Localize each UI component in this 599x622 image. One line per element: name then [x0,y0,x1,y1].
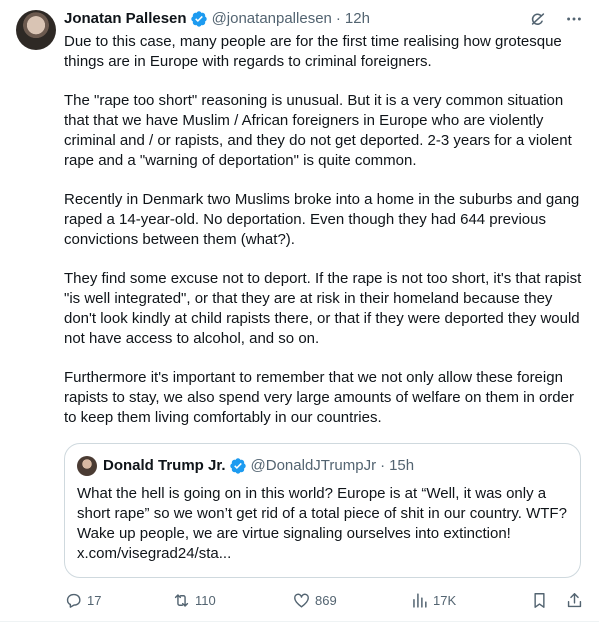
quoted-tweet-text: What the hell is going on in this world?… [77,485,567,562]
repost-count: 110 [195,592,216,608]
tweet-text: Due to this case, many people are for th… [64,32,584,447]
share-icon[interactable] [565,591,584,610]
repost-button[interactable]: 110 [172,591,292,610]
views-button[interactable]: 17K [410,591,456,610]
bookmark-icon[interactable] [530,591,549,610]
grok-icon[interactable] [529,10,547,28]
like-count: 869 [315,592,337,608]
like-button[interactable]: 869 [292,591,410,610]
quoted-tweet-timestamp: 15h [389,457,415,474]
tweet-paragraph: Furthermore it's important to remember t… [64,369,574,426]
tweet-paragraph: They find some excuse not to deport. If … [64,270,582,347]
header-actions [529,10,583,28]
author-name[interactable]: Jonatan Pallesen [64,9,187,29]
tweet-header: Jonatan Pallesen @jonatanpallesen · 12h [64,8,583,30]
author-avatar[interactable] [16,10,56,50]
verified-badge-icon[interactable] [190,10,208,28]
views-count: 17K [433,592,457,608]
separator-dot: · [380,457,386,474]
views-icon [410,591,429,610]
quoted-tweet-header: Donald Trump Jr. @DonaldJTrumpJr · 15h [77,456,414,476]
quoted-tweet[interactable]: Donald Trump Jr. @DonaldJTrumpJr · 15h W… [64,443,581,578]
like-icon [292,591,311,610]
author-handle[interactable]: @jonatanpallesen [212,9,332,29]
more-icon[interactable] [565,10,583,28]
reply-count: 17 [87,592,102,608]
reply-icon [64,591,83,610]
tweet-paragraph: Due to this case, many people are for th… [64,33,562,70]
quoted-author-name: Donald Trump Jr. [103,457,226,474]
quoted-author-avatar [77,456,97,476]
tweet: Jonatan Pallesen @jonatanpallesen · 12h … [0,0,599,622]
repost-icon [172,591,191,610]
separator-dot: · [335,10,341,27]
quoted-author-handle: @DonaldJTrumpJr [250,457,377,474]
tweet-paragraph: Recently in Denmark two Muslims broke in… [64,191,580,248]
tweet-timestamp[interactable]: 12h [345,9,370,29]
tweet-actions: 17 110 869 17K [64,588,584,612]
reply-button[interactable]: 17 [64,591,172,610]
verified-badge-icon [229,457,247,475]
tweet-paragraph: The "rape too short" reasoning is unusua… [64,92,572,169]
secondary-actions [530,591,584,610]
